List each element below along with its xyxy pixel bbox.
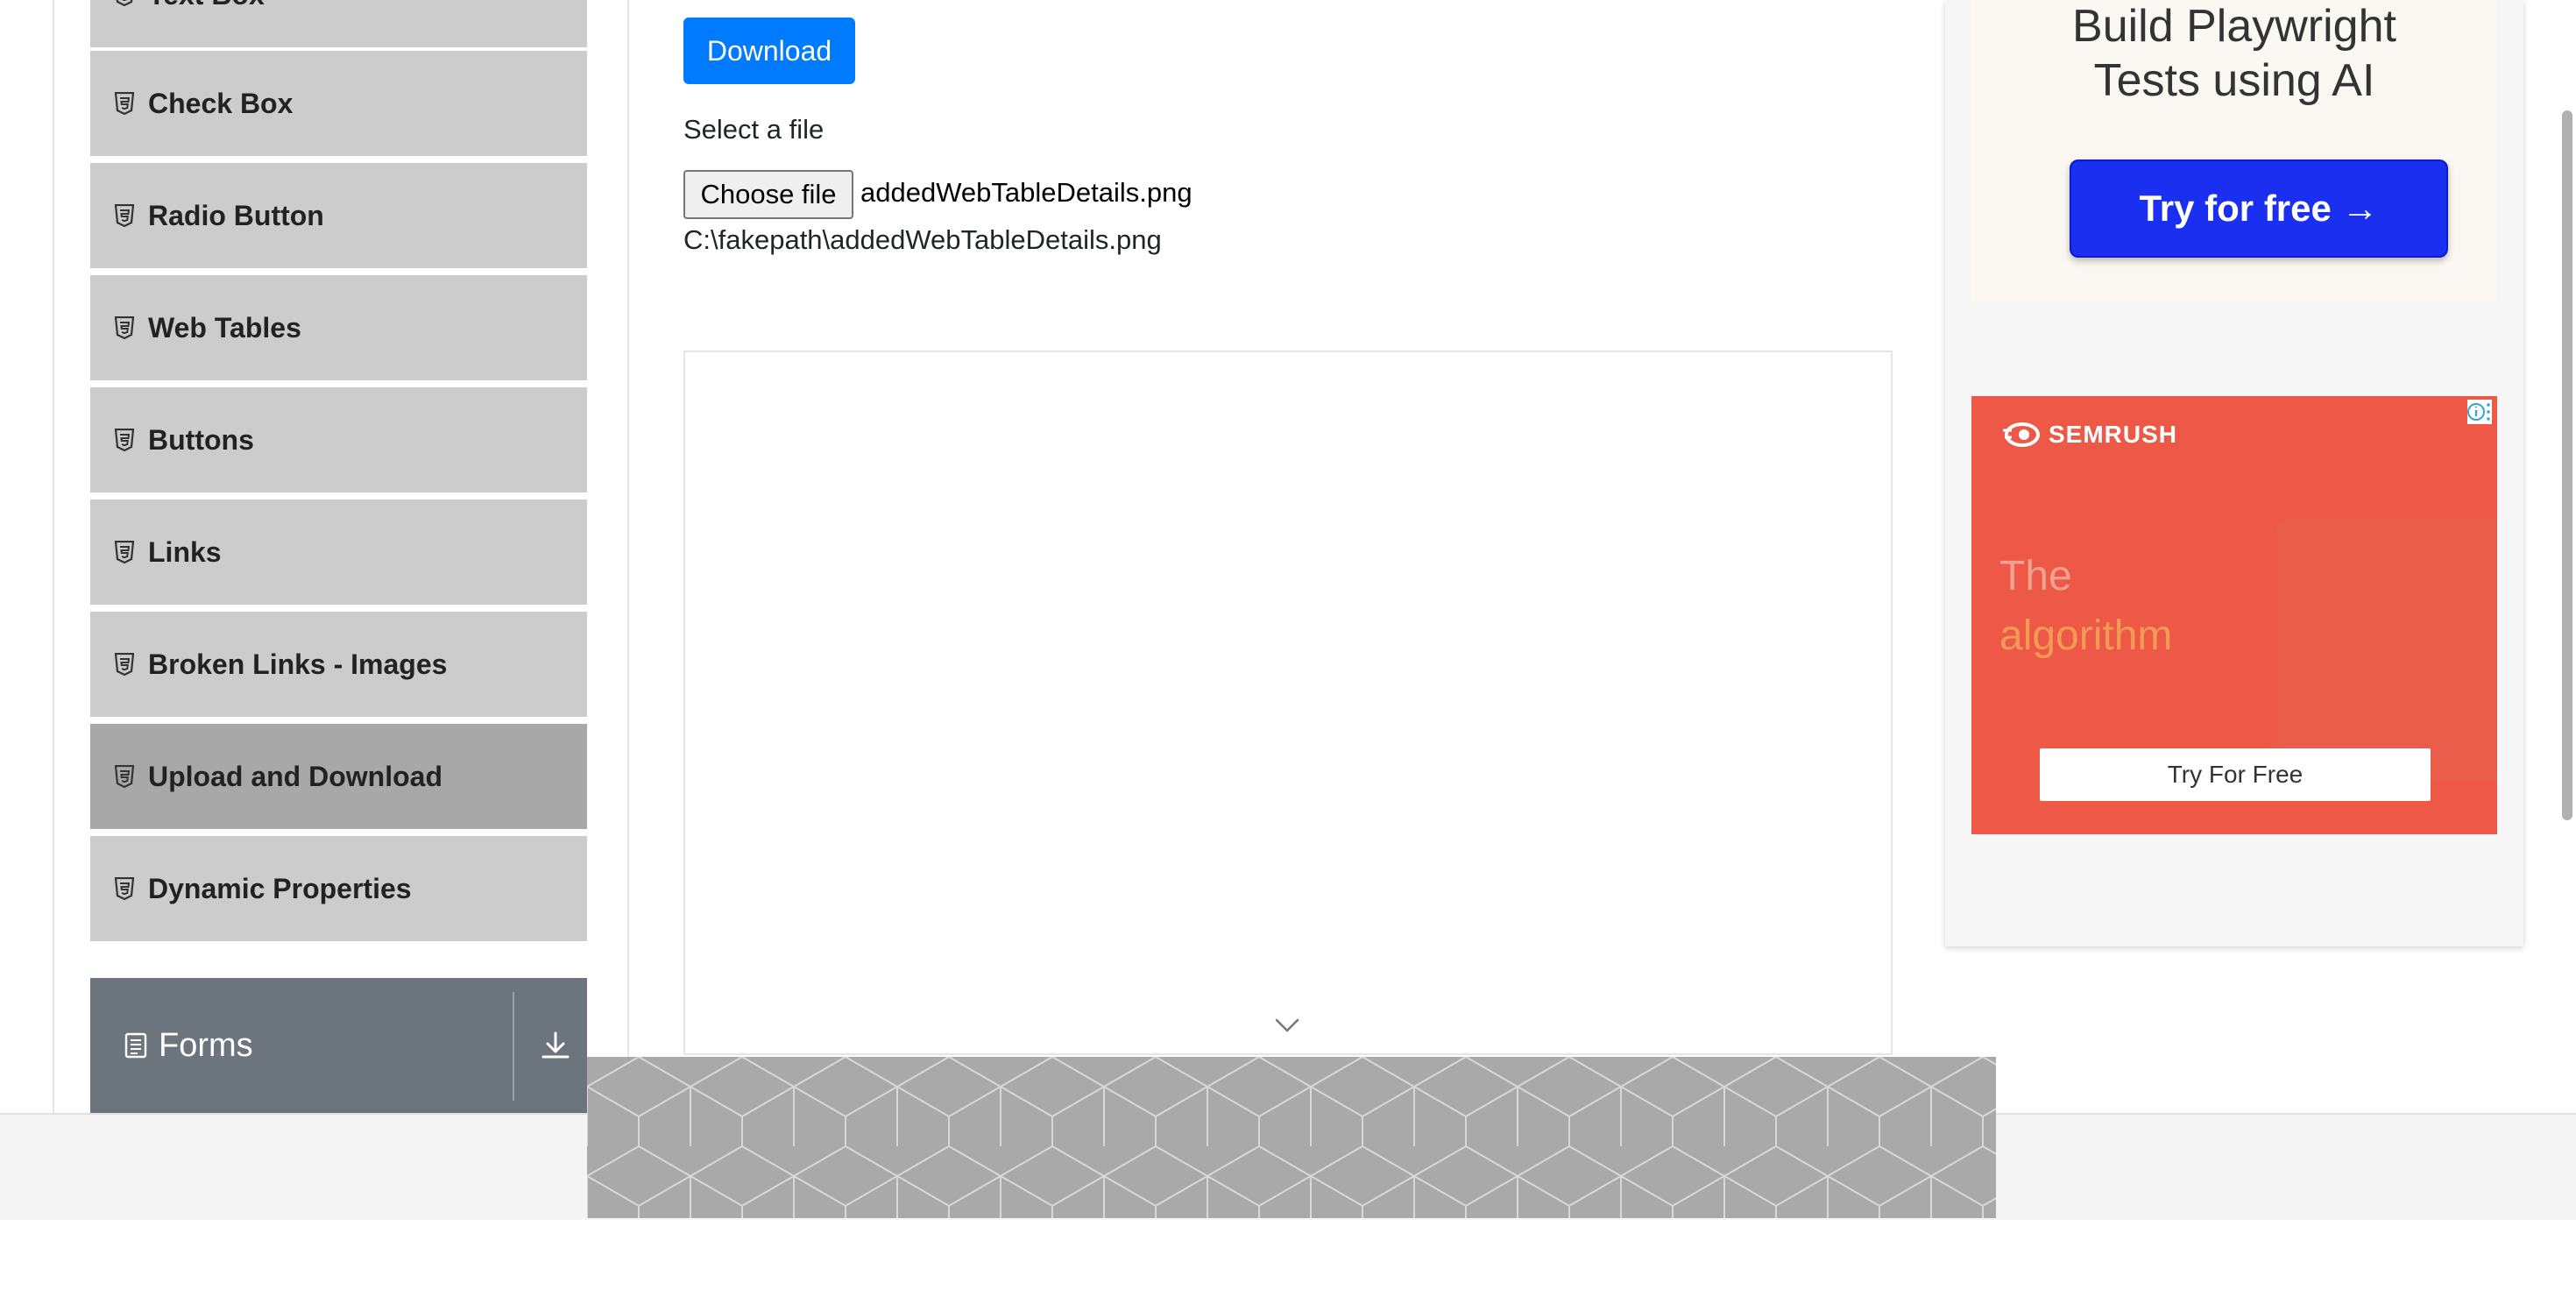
sidebar-item-label: Dynamic Properties <box>148 872 412 904</box>
download-button[interactable]: Download <box>683 18 855 84</box>
sidebar-item-broken-links-images[interactable]: Broken Links - Images <box>90 612 587 720</box>
ad-info-icon[interactable] <box>2467 400 2492 424</box>
semrush-logo: SEMRUSH <box>2001 421 2177 449</box>
sidebar-item-label: Broken Links - Images <box>148 648 448 680</box>
selected-file-name: addedWebTableDetails.png <box>860 177 1192 208</box>
sidebar-item-label: Buttons <box>148 423 254 456</box>
sidebar-item-text-box[interactable]: Text Box <box>90 0 587 51</box>
sidebar-item-links[interactable]: Links <box>90 500 587 608</box>
sidebar-item-label: Check Box <box>148 87 294 119</box>
ad-photo <box>2275 519 2497 782</box>
html5-icon <box>115 877 134 900</box>
ad-headline-line: The <box>1999 553 2072 599</box>
sidebar-item-radio-button[interactable]: Radio Button <box>90 163 587 272</box>
sidebar-item-upload-and-download[interactable]: Upload and Download <box>90 724 587 833</box>
divider <box>513 992 514 1101</box>
html5-icon <box>115 765 134 788</box>
html5-icon <box>115 316 134 339</box>
scrollbar-thumb[interactable] <box>2562 110 2572 820</box>
ad-title-line: Tests using AI <box>2093 55 2375 106</box>
try-for-free-button[interactable]: Try for free → <box>2070 159 2448 258</box>
html5-icon <box>115 541 134 563</box>
chevron-down-icon[interactable] <box>1274 1017 1300 1034</box>
select-file-label: Select a file <box>683 114 824 145</box>
html5-icon <box>115 429 134 451</box>
sidebar-item-check-box[interactable]: Check Box <box>90 51 587 159</box>
document-icon <box>124 1032 147 1059</box>
sidebar-group-label: Forms <box>159 1026 253 1064</box>
semrush-flame-icon <box>2003 422 2040 447</box>
sidebar-item-dynamic-properties[interactable]: Dynamic Properties <box>90 836 587 945</box>
sidebar-item-label: Links <box>148 535 222 568</box>
sidebar-item-label: Text Box <box>148 0 265 11</box>
sidebar-item-buttons[interactable]: Buttons <box>90 387 587 496</box>
right-ad-column: Build Playwright Tests using AI Try for … <box>1945 0 2523 946</box>
uploaded-file-path: C:\fakepath\addedWebTableDetails.png <box>683 224 1162 255</box>
ad-headline-line: algorithm <box>1999 613 2173 659</box>
semrush-brand: SEMRUSH <box>2049 421 2178 448</box>
sidebar-item-web-tables[interactable]: Web Tables <box>90 275 587 384</box>
overlay-banner-ad[interactable] <box>587 1057 1996 1218</box>
html5-icon <box>115 92 134 115</box>
download-arrow-icon[interactable] <box>541 1031 570 1060</box>
sidebar-item-label: Upload and Download <box>148 760 442 792</box>
sidebar-item-label: Radio Button <box>148 199 324 231</box>
html5-icon <box>115 653 134 676</box>
sidebar-item-label: Web Tables <box>148 311 301 344</box>
ad-title-line: Build Playwright <box>2072 1 2396 52</box>
playwright-ad[interactable]: Build Playwright Tests using AI Try for … <box>1971 0 2497 301</box>
choose-file-button[interactable]: Choose file <box>683 170 853 219</box>
sidebar-left-border <box>53 0 54 1113</box>
html5-icon <box>115 204 134 227</box>
sidebar-group-forms[interactable]: Forms <box>90 978 587 1113</box>
try-for-free-button[interactable]: Try For Free <box>2040 748 2431 801</box>
sidebar-right-border <box>627 0 629 1113</box>
html5-icon <box>116 0 133 6</box>
cube-pattern <box>587 1057 1996 1218</box>
semrush-ad[interactable]: SEMRUSH The algorithm Try For Free <box>1971 396 2497 834</box>
ad-placeholder <box>683 351 1893 1055</box>
